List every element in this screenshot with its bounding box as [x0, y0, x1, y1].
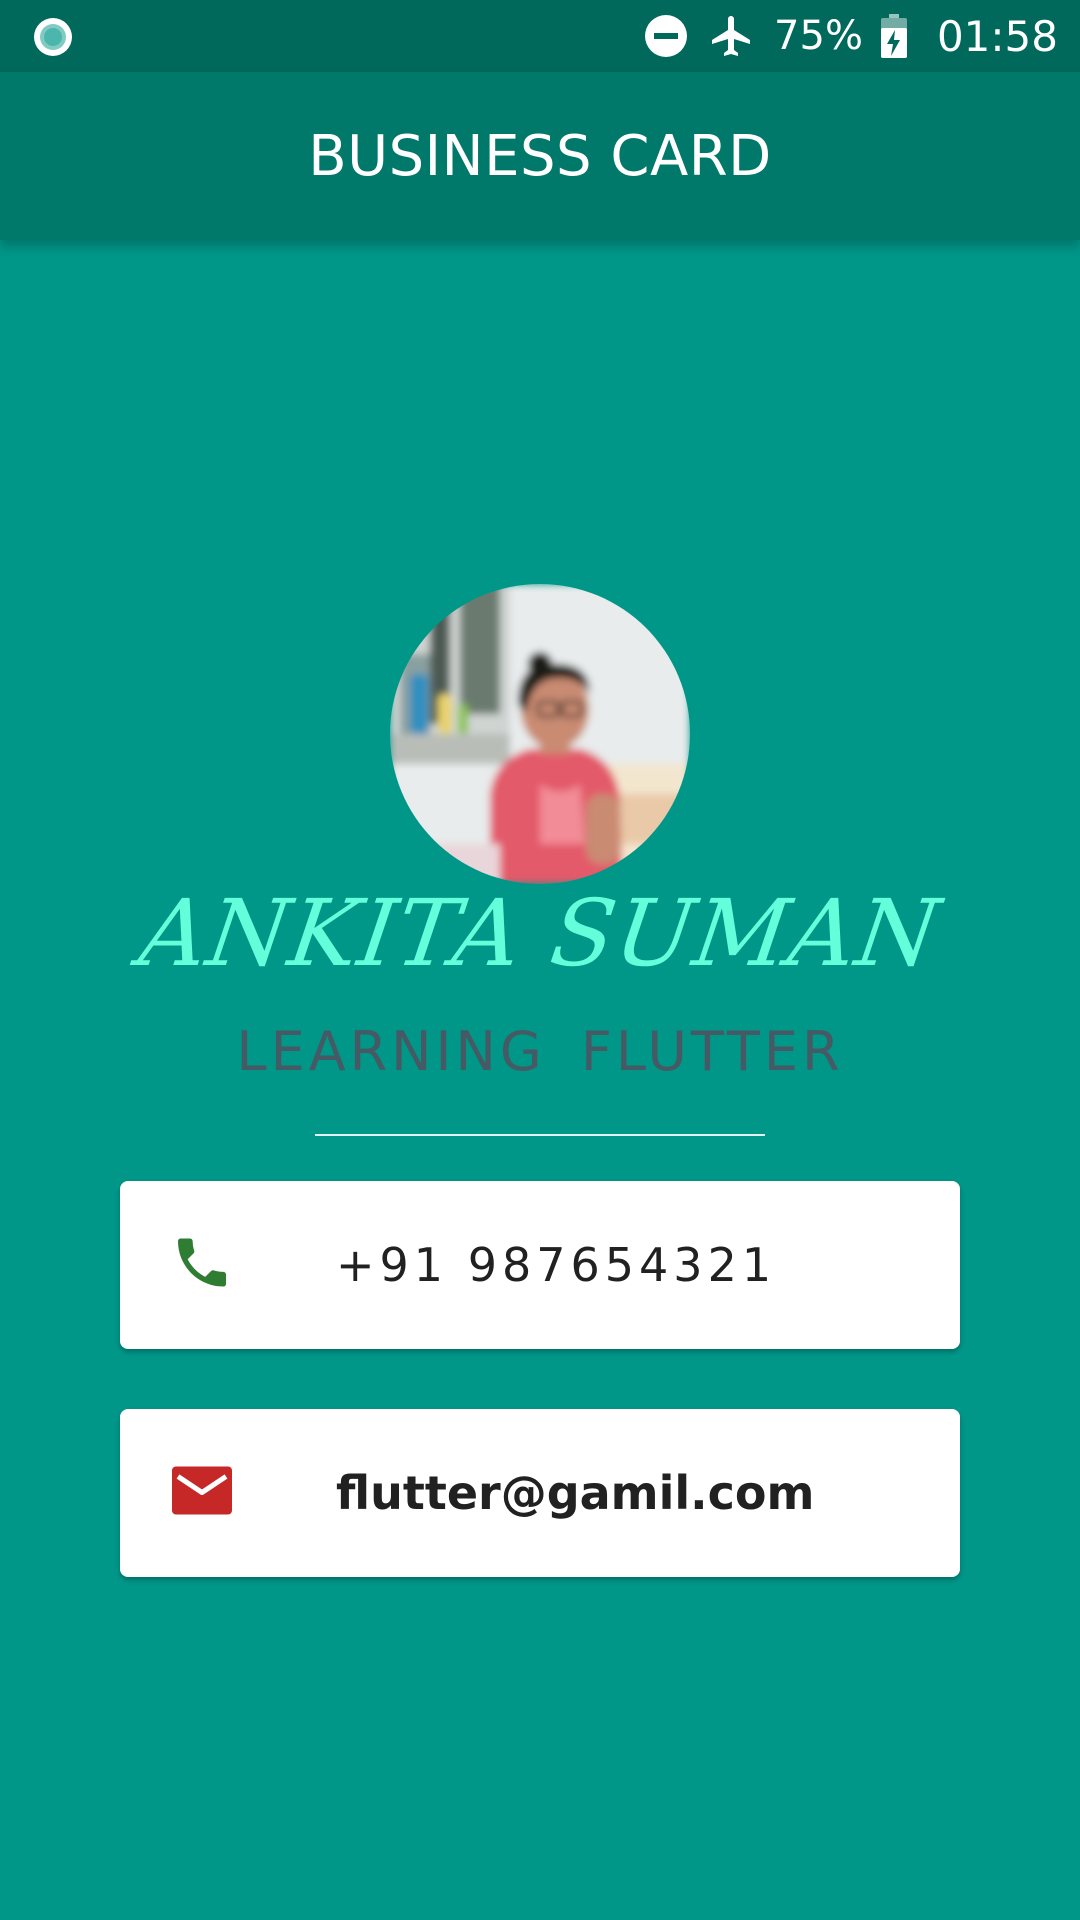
phone-icon — [170, 1231, 234, 1300]
profile-name: ANKITA SUMAN — [133, 880, 947, 987]
app-title: BUSINESS CARD — [308, 123, 772, 189]
do-not-disturb-icon — [644, 14, 688, 58]
clock: 01:58 — [936, 11, 1058, 61]
airplane-icon — [708, 12, 756, 60]
record-icon — [32, 16, 74, 58]
profile-avatar — [390, 584, 690, 884]
profile-subtitle: LEARNING FLUTTER — [236, 1020, 844, 1083]
email-card[interactable]: flutter@gamil.com — [120, 1409, 960, 1577]
status-icons: 75% 01:58 — [644, 0, 1058, 72]
divider — [315, 1134, 765, 1136]
phone-card[interactable]: +91 987654321 — [120, 1181, 960, 1349]
app-bar: BUSINESS CARD — [0, 72, 1080, 240]
battery-percent: 75% — [774, 13, 863, 59]
battery-charging-icon — [880, 14, 907, 58]
status-bar: 75% 01:58 — [0, 0, 1080, 72]
email-icon — [170, 1463, 234, 1524]
phone-number: +91 987654321 — [336, 1238, 777, 1292]
email-address: flutter@gamil.com — [336, 1466, 815, 1520]
